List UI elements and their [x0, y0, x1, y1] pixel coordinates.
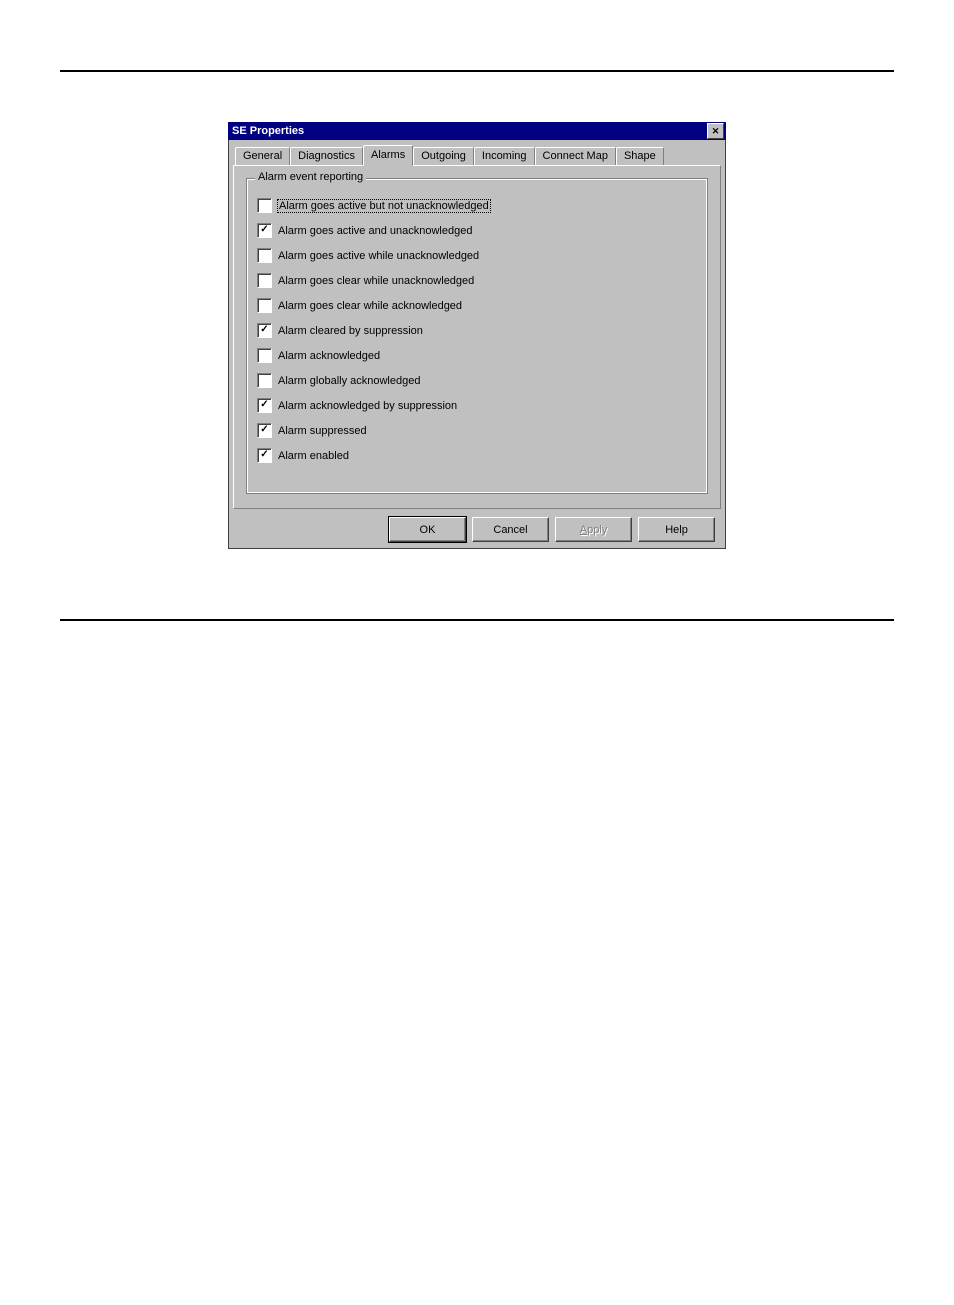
help-label: Help — [665, 524, 688, 536]
checkbox-label[interactable]: Alarm goes clear while unacknowledged — [278, 275, 474, 287]
checkbox-row: Alarm acknowledged — [257, 348, 697, 363]
checkbox-row: Alarm cleared by suppression — [257, 323, 697, 338]
ok-button[interactable]: OK — [389, 517, 466, 542]
checkbox-row: Alarm goes active but not unacknowledged — [257, 198, 697, 213]
tab-panel-alarms: Alarm event reporting Alarm goes active … — [233, 165, 721, 509]
divider-top — [60, 70, 894, 72]
checkbox-label[interactable]: Alarm goes active while unacknowledged — [278, 250, 479, 262]
apply-label: Apply — [580, 524, 608, 536]
window-body: GeneralDiagnosticsAlarmsOutgoingIncoming… — [228, 140, 726, 549]
tab-alarms[interactable]: Alarms — [363, 145, 413, 166]
checkbox-label[interactable]: Alarm acknowledged — [278, 350, 380, 362]
group-label: Alarm event reporting — [255, 171, 366, 183]
checkbox-row: Alarm goes active and unacknowledged — [257, 223, 697, 238]
ok-label: OK — [420, 524, 436, 536]
tab-diagnostics[interactable]: Diagnostics — [290, 147, 363, 165]
checkbox[interactable] — [257, 373, 272, 388]
apply-button[interactable]: Apply — [555, 517, 632, 542]
checkbox[interactable] — [257, 423, 272, 438]
tab-shape[interactable]: Shape — [616, 147, 664, 165]
tab-strip: GeneralDiagnosticsAlarmsOutgoingIncoming… — [233, 144, 721, 165]
checkbox-row: Alarm globally acknowledged — [257, 373, 697, 388]
tab-general[interactable]: General — [235, 147, 290, 165]
checkbox-list: Alarm goes active but not unacknowledged… — [257, 198, 697, 463]
checkbox-label[interactable]: Alarm enabled — [278, 450, 349, 462]
cancel-button[interactable]: Cancel — [472, 517, 549, 542]
checkbox-row: Alarm acknowledged by suppression — [257, 398, 697, 413]
tab-incoming[interactable]: Incoming — [474, 147, 535, 165]
checkbox[interactable] — [257, 398, 272, 413]
checkbox-label[interactable]: Alarm acknowledged by suppression — [278, 400, 457, 412]
checkbox-label[interactable]: Alarm goes active and unacknowledged — [278, 225, 472, 237]
checkbox-label[interactable]: Alarm suppressed — [278, 425, 367, 437]
checkbox[interactable] — [257, 448, 272, 463]
tab-connect-map[interactable]: Connect Map — [535, 147, 616, 165]
help-button[interactable]: Help — [638, 517, 715, 542]
checkbox[interactable] — [257, 248, 272, 263]
checkbox[interactable] — [257, 298, 272, 313]
dialog-window: SE Properties ✕ GeneralDiagnosticsAlarms… — [228, 122, 726, 549]
title-bar: SE Properties ✕ — [228, 122, 726, 140]
divider-bottom — [60, 619, 894, 621]
checkbox[interactable] — [257, 223, 272, 238]
checkbox[interactable] — [257, 198, 272, 213]
checkbox-row: Alarm enabled — [257, 448, 697, 463]
group-alarm-event-reporting: Alarm event reporting Alarm goes active … — [246, 178, 708, 494]
checkbox[interactable] — [257, 348, 272, 363]
checkbox-label[interactable]: Alarm goes active but not unacknowledged — [278, 200, 490, 212]
checkbox-row: Alarm goes clear while acknowledged — [257, 298, 697, 313]
checkbox-label[interactable]: Alarm goes clear while acknowledged — [278, 300, 462, 312]
window-title: SE Properties — [232, 125, 304, 137]
checkbox[interactable] — [257, 273, 272, 288]
checkbox-label[interactable]: Alarm cleared by suppression — [278, 325, 423, 337]
checkbox-row: Alarm goes active while unacknowledged — [257, 248, 697, 263]
tab-outgoing[interactable]: Outgoing — [413, 147, 474, 165]
close-icon: ✕ — [712, 127, 720, 136]
cancel-label: Cancel — [493, 524, 527, 536]
checkbox[interactable] — [257, 323, 272, 338]
close-button[interactable]: ✕ — [707, 123, 724, 139]
dialog-button-row: OK Cancel Apply Help — [233, 509, 721, 542]
checkbox-row: Alarm goes clear while unacknowledged — [257, 273, 697, 288]
checkbox-label[interactable]: Alarm globally acknowledged — [278, 375, 420, 387]
checkbox-row: Alarm suppressed — [257, 423, 697, 438]
